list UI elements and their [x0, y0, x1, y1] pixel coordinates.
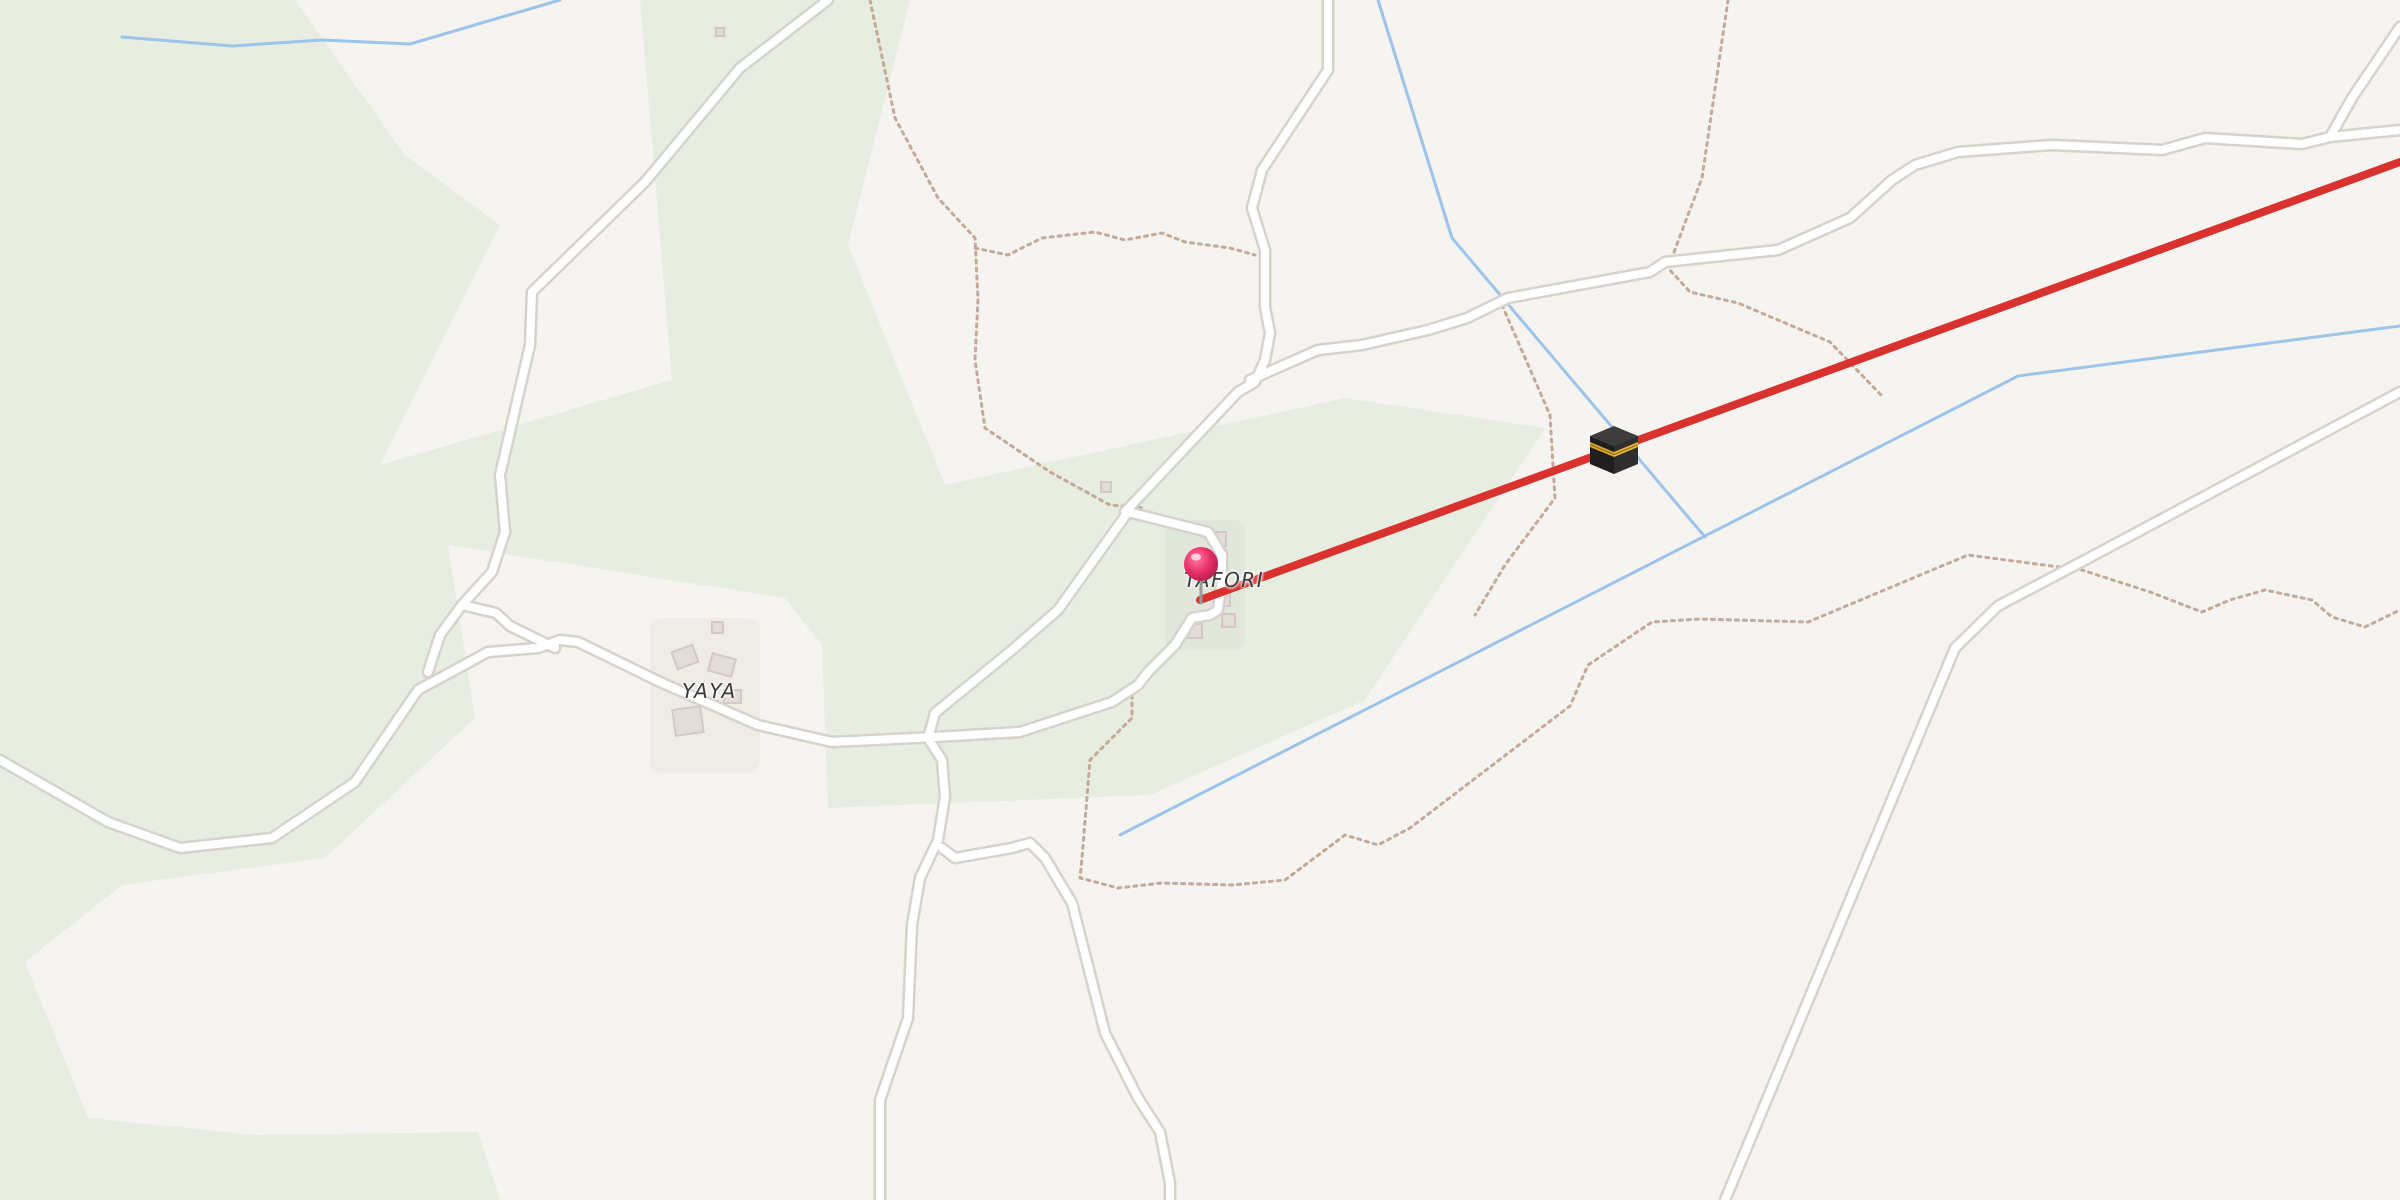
map-pin-icon[interactable] [1178, 545, 1224, 605]
kaaba-icon[interactable] [1586, 422, 1642, 478]
place-label-yaya: YAYA [682, 679, 737, 703]
